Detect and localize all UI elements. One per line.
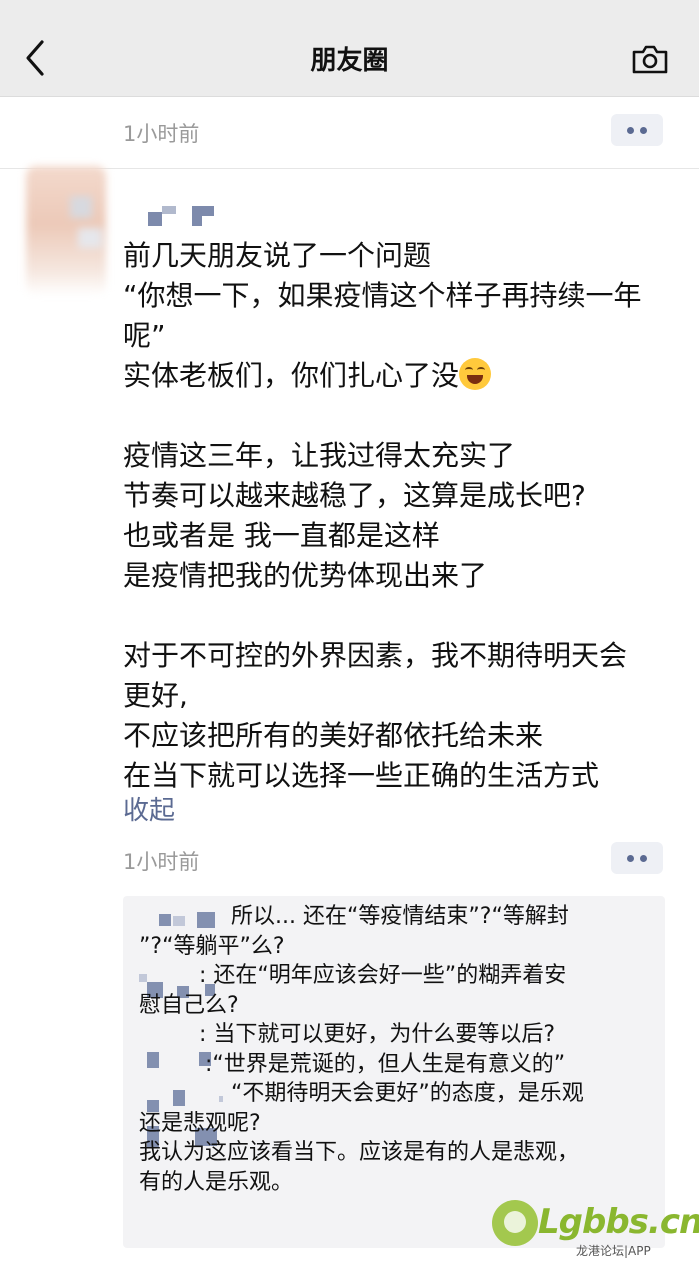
comment-line: :“世界是荒诞的，但人生是有意义的” bbox=[205, 1051, 566, 1077]
post-text: 前几天朋友说了一个问题 “你想一下，如果疫情这个样子再持续一年 呢” 实体老板们… bbox=[123, 236, 683, 796]
post-line: 实体老板们，你们扎心了没 bbox=[123, 359, 460, 392]
post-line: 呢” bbox=[123, 319, 166, 352]
post-time: 1小时前 bbox=[123, 850, 200, 874]
post-line: 更好, bbox=[123, 679, 188, 712]
post-line-with-emoji: 实体老板们，你们扎心了没 bbox=[123, 356, 683, 396]
page-title: 朋友圈 bbox=[310, 46, 389, 76]
avatar[interactable] bbox=[26, 166, 106, 296]
post-more-button[interactable] bbox=[611, 842, 663, 874]
post-line: 节奏可以越来越稳了，这算是成长吧? bbox=[123, 479, 586, 512]
more-dot-icon bbox=[640, 855, 647, 862]
comment-line: : 当下就可以更好，为什么要等以后? bbox=[199, 1022, 556, 1047]
post-line: 也或者是 我一直都是这样 bbox=[123, 519, 440, 552]
watermark-name: Lgbbs.cn bbox=[538, 1202, 699, 1242]
comment-line: ”?“等躺平”么? bbox=[139, 933, 285, 959]
more-dot-icon bbox=[627, 127, 634, 134]
post-divider bbox=[0, 168, 699, 169]
comment-line: 所以... 还在“等疫情结束”?“等解封 bbox=[231, 904, 569, 929]
watermark: Lgbbs.cn 龙港论坛|APP bbox=[492, 1196, 699, 1258]
comment-line: : 还在“明年应该会好一些”的糊弄着安 bbox=[199, 963, 567, 988]
nav-bar: 朋友圈 bbox=[0, 0, 699, 97]
camera-icon[interactable] bbox=[630, 42, 670, 76]
comment-line: 还是悲观呢? bbox=[139, 1110, 261, 1136]
post-line: 疫情这三年，让我过得太充实了 bbox=[123, 439, 516, 472]
post-line: 对于不可控的外界因素，我不期待明天会 bbox=[123, 639, 628, 672]
post-line: “你想一下，如果疫情这个样子再持续一年 bbox=[123, 279, 642, 312]
collapse-link[interactable]: 收起 bbox=[123, 790, 175, 827]
post-line: 前几天朋友说了一个问题 bbox=[123, 239, 432, 272]
more-dot-icon bbox=[640, 127, 647, 134]
laughing-tears-emoji bbox=[459, 358, 492, 390]
prev-post-more-button[interactable] bbox=[611, 114, 663, 146]
author-name-blurred[interactable] bbox=[140, 204, 230, 228]
prev-post-time: 1小时前 bbox=[123, 122, 200, 146]
lgbbs-logo-icon bbox=[492, 1200, 538, 1246]
comment-line: 我认为这应该看当下。应该是有的人是悲观， bbox=[139, 1140, 580, 1165]
comment-line: 有的人是乐观。 bbox=[139, 1169, 294, 1195]
post-line: 在当下就可以选择一些正确的生活方式 bbox=[123, 759, 600, 792]
watermark-subtitle: 龙港论坛|APP bbox=[576, 1244, 651, 1258]
comment-line: “不期待明天会更好”的态度，是乐观 bbox=[231, 1081, 584, 1106]
more-dot-icon bbox=[627, 855, 634, 862]
comments-text: 所以... 还在“等疫情结束”?“等解封 ”?“等躺平”么? : 还在“明年应该… bbox=[139, 902, 661, 1197]
comment-line: 慰自己么? bbox=[139, 992, 239, 1018]
post-line: 是疫情把我的优势体现出来了 bbox=[123, 559, 488, 592]
post-line: 不应该把所有的美好都依托给未来 bbox=[123, 719, 544, 752]
